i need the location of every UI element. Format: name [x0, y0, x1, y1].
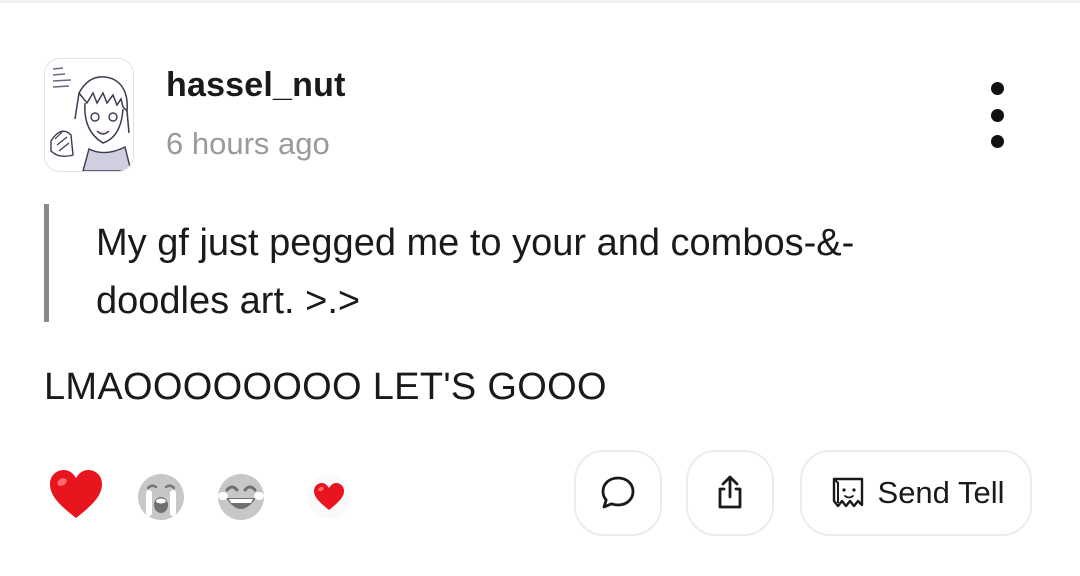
anime-girl-avatar-icon [45, 59, 133, 171]
top-divider [0, 0, 1080, 3]
username[interactable]: hassel_nut [166, 66, 346, 105]
red-heart-icon[interactable] [48, 468, 104, 525]
quoted-message: My gf just pegged me to your and combos-… [96, 222, 855, 322]
more-dot-icon [990, 108, 1004, 122]
avatar[interactable] [44, 58, 134, 172]
reply-message: LMAOOOOOOOO LET'S GOOO [44, 366, 607, 408]
post-timestamp: 6 hours ago [166, 126, 330, 161]
reply-button[interactable] [574, 450, 662, 536]
share-button[interactable] [686, 450, 774, 536]
send-tell-button[interactable]: Send Tell [800, 450, 1032, 536]
laughing-face-icon[interactable] [216, 472, 266, 527]
quote-bar [44, 204, 49, 322]
more-options-button[interactable] [975, 82, 1019, 148]
small-heart-icon[interactable] [306, 474, 352, 525]
share-icon [718, 475, 742, 509]
speech-bubble-icon [601, 476, 635, 509]
more-dot-icon [990, 82, 1004, 95]
more-dot-icon [990, 135, 1004, 148]
send-tell-label: Send Tell [877, 475, 1005, 510]
crying-face-icon[interactable] [136, 472, 186, 527]
paper-bag-icon [832, 477, 863, 508]
